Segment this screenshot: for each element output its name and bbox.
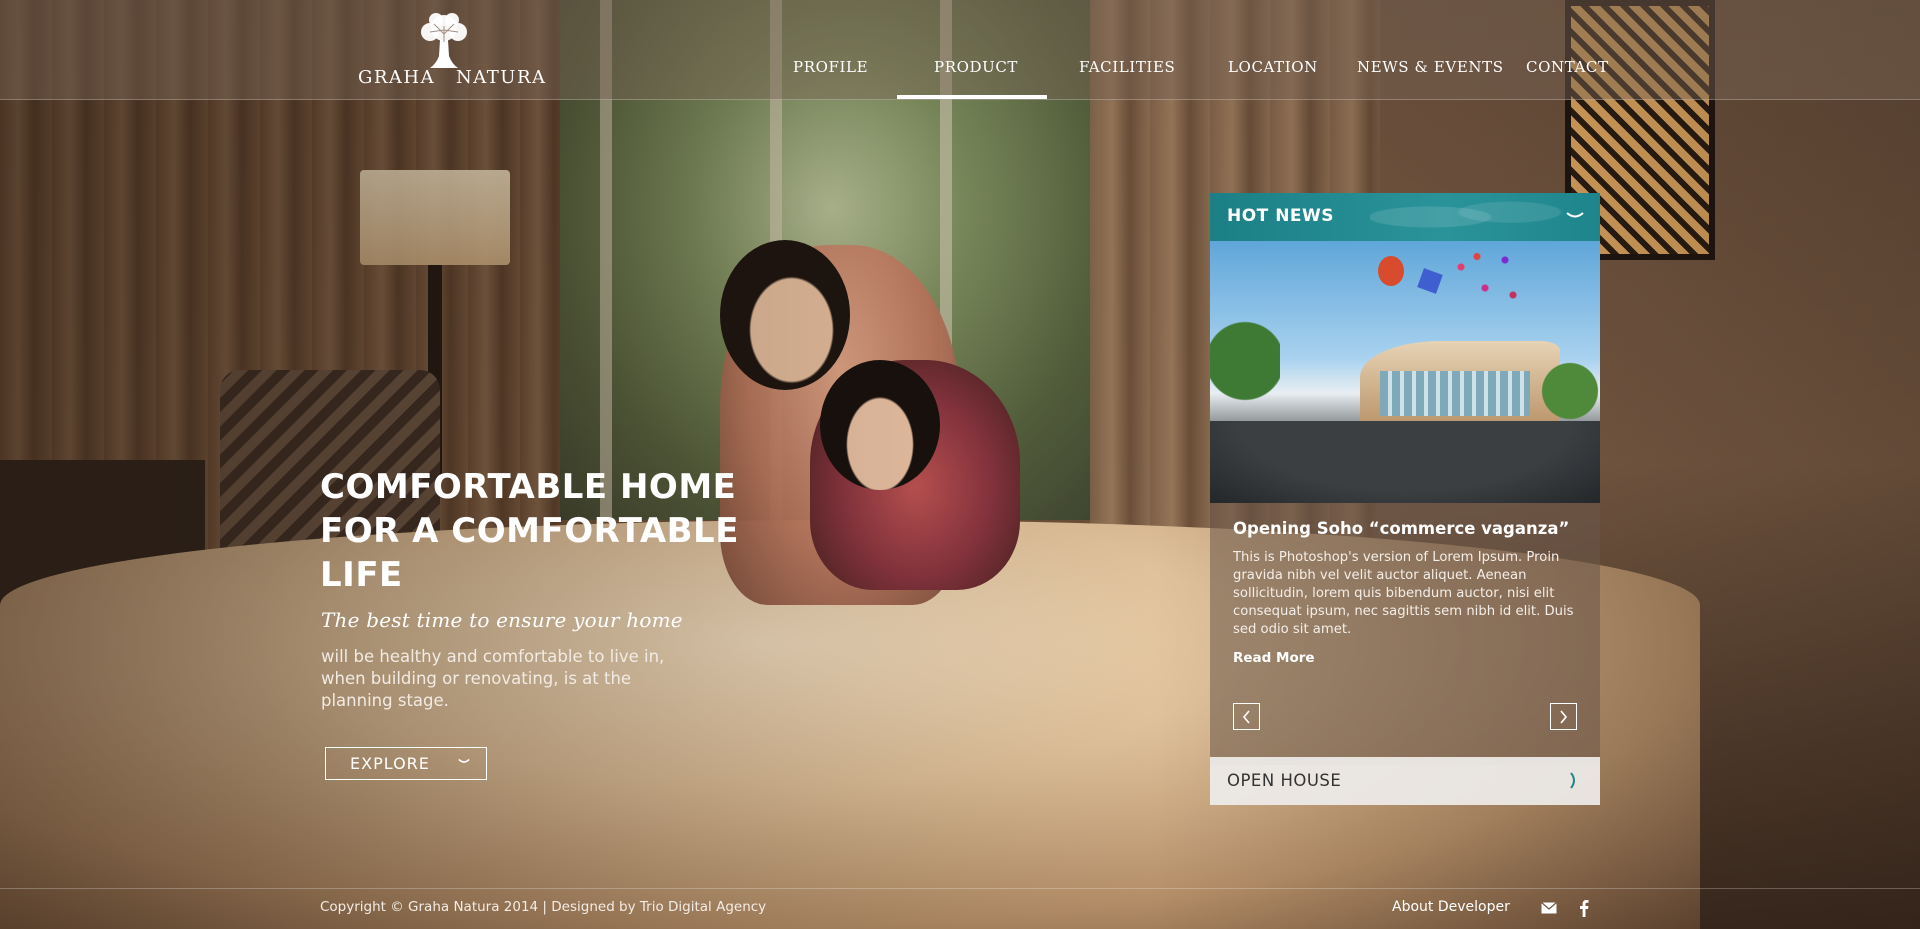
news-excerpt: This is Photoshop's version of Lorem Ips… xyxy=(1233,550,1574,637)
chevron-down-icon[interactable] xyxy=(1566,210,1584,222)
photo-overlay xyxy=(0,0,1920,929)
about-developer-link[interactable]: About Developer xyxy=(1392,899,1510,915)
confetti xyxy=(1445,246,1525,316)
facebook-icon[interactable] xyxy=(1579,899,1589,917)
hero-subtitle: The best time to ensure your home xyxy=(321,608,683,632)
mail-icon[interactable] xyxy=(1541,902,1557,914)
open-house-label: OPEN HOUSE xyxy=(1227,771,1342,790)
nav-profile[interactable]: PROFILE xyxy=(793,58,868,76)
hot-news-panel: HOT NEWS Opening Soho “commerce vaganza”… xyxy=(1210,193,1600,805)
hero-body-text: will be healthy and comfortable to live … xyxy=(321,647,665,710)
chevron-right-icon xyxy=(1560,710,1568,724)
chevron-down-icon xyxy=(458,758,470,763)
hero-title-line: FOR A COMFORTABLE xyxy=(320,511,739,551)
nav-product[interactable]: PRODUCT xyxy=(934,58,1018,76)
news-image[interactable] xyxy=(1210,241,1600,503)
mall-facade xyxy=(1380,371,1530,416)
hero-title: COMFORTABLE HOME FOR A COMFORTABLE LIFE xyxy=(320,465,740,597)
hot-news-header[interactable]: HOT NEWS xyxy=(1210,193,1600,241)
news-headline[interactable]: Opening Soho “commerce vaganza” xyxy=(1233,519,1569,538)
logo-text-right: NATURA xyxy=(456,67,547,88)
header-divider xyxy=(0,99,1920,100)
nav-news-events[interactable]: NEWS & EVENTS xyxy=(1357,58,1504,76)
footer-divider xyxy=(0,888,1920,889)
site-logo[interactable]: GRAHA NATURA xyxy=(358,12,545,88)
read-more-link[interactable]: Read More xyxy=(1233,650,1315,666)
site-header: GRAHA NATURA PROFILE PRODUCT FACILITIES … xyxy=(0,0,1920,100)
hot-news-title: HOT NEWS xyxy=(1227,206,1335,226)
hero-background-photo xyxy=(0,0,1920,929)
tree-shape xyxy=(1540,351,1600,431)
tree-shape xyxy=(1210,301,1280,421)
balloon xyxy=(1378,256,1404,286)
hero-title-line: COMFORTABLE HOME xyxy=(320,467,737,507)
nav-contact[interactable]: CONTACT xyxy=(1526,58,1609,76)
balloon xyxy=(1417,268,1443,294)
chevron-right-icon xyxy=(1570,772,1575,789)
chevron-left-icon xyxy=(1242,710,1250,724)
hero-title-line: LIFE xyxy=(320,555,403,595)
explore-button[interactable]: EXPLORE xyxy=(325,747,487,780)
news-next-button[interactable] xyxy=(1550,703,1577,730)
news-body: Opening Soho “commerce vaganza” This is … xyxy=(1210,503,1600,765)
explore-button-label: EXPLORE xyxy=(350,754,430,773)
tree-logo-icon xyxy=(421,13,467,68)
open-house-bar[interactable]: OPEN HOUSE xyxy=(1210,757,1600,805)
logo-text-left: GRAHA xyxy=(358,67,436,88)
road xyxy=(1210,421,1600,503)
news-prev-button[interactable] xyxy=(1233,703,1260,730)
footer-copyright: Copyright © Graha Natura 2014 | Designed… xyxy=(320,899,767,915)
nav-active-indicator xyxy=(897,95,1047,99)
nav-location[interactable]: LOCATION xyxy=(1228,58,1318,76)
nav-facilities[interactable]: FACILITIES xyxy=(1079,58,1175,76)
